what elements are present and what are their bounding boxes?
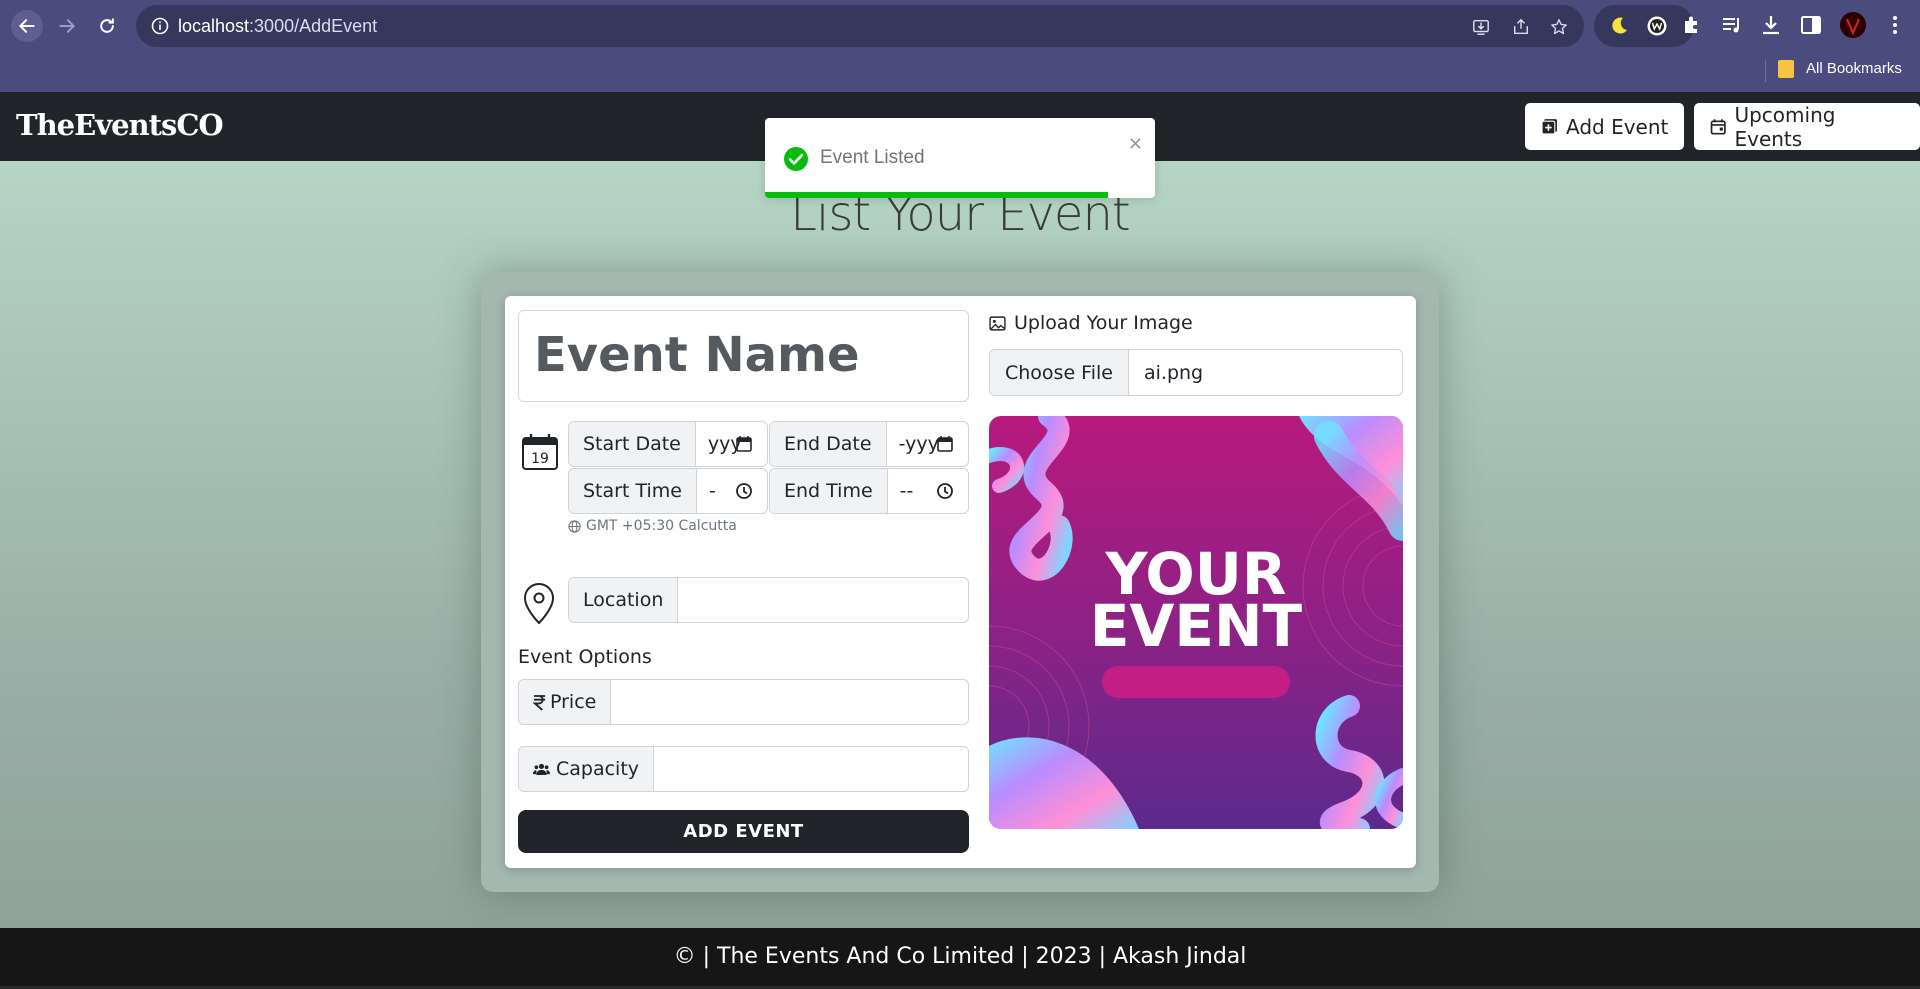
globe-icon <box>568 519 581 533</box>
browser-toolbar: localhost:3000/AddEvent <box>0 0 1920 52</box>
back-button[interactable] <box>11 10 43 42</box>
location-pin-icon <box>523 583 555 625</box>
upload-image-text: Upload Your Image <box>1014 312 1193 334</box>
reload-button[interactable] <box>91 10 123 42</box>
start-time-group: Start Time - <box>568 468 768 514</box>
bookmarks-folder-icon[interactable] <box>1778 60 1794 78</box>
clock-icon[interactable] <box>936 482 954 500</box>
dark-mode-moon-icon[interactable] <box>1608 15 1630 37</box>
date-picker-icon[interactable] <box>735 435 753 453</box>
check-circle-icon <box>784 147 808 171</box>
start-time-value: - <box>708 480 716 502</box>
calendar-event-icon <box>1710 119 1726 135</box>
capacity-label-text: Capacity <box>556 758 640 780</box>
start-date-group: Start Date yyy <box>568 421 768 467</box>
upcoming-events-nav-button[interactable]: Upcoming Events <box>1694 102 1920 151</box>
clock-icon[interactable] <box>735 482 753 500</box>
location-label: Location <box>569 578 679 622</box>
end-date-group: End Date -yyy <box>769 421 969 467</box>
end-time-label: End Time <box>770 469 888 513</box>
toast-close-icon[interactable]: ✕ <box>1128 134 1143 155</box>
bookmark-star-icon[interactable] <box>1550 18 1568 36</box>
extensions-group <box>1594 5 1694 47</box>
price-label-text: Price <box>550 691 597 713</box>
timezone-text: GMT +05:30 Calcutta <box>586 518 737 534</box>
url-text: localhost:3000/AddEvent <box>178 16 377 37</box>
footer-copyright: © | The Events And Co Limited | 2023 | A… <box>673 944 1247 969</box>
end-time-input[interactable]: -- <box>888 469 968 513</box>
side-panel-icon[interactable] <box>1800 14 1822 36</box>
arrow-left-icon <box>18 19 35 33</box>
calendar-icon: 19 <box>522 434 558 470</box>
downloads-icon[interactable] <box>1760 14 1782 36</box>
add-event-nav-label: Add Event <box>1566 114 1669 139</box>
start-date-input[interactable]: yyy <box>696 422 767 466</box>
rupee-icon <box>533 694 546 711</box>
end-date-label: End Date <box>770 422 887 466</box>
timezone-note: GMT +05:30 Calcutta <box>568 518 737 534</box>
reading-list-icon[interactable] <box>1721 14 1743 36</box>
price-input[interactable] <box>611 680 968 724</box>
price-group: Price <box>518 679 969 725</box>
arrow-right-icon <box>59 19 76 33</box>
forward-button[interactable] <box>51 10 83 42</box>
extension-w-icon[interactable] <box>1646 15 1668 37</box>
main-content: List Your Event Event Name 19 Start Date… <box>0 161 1920 928</box>
event-name-input[interactable]: Event Name <box>518 310 969 402</box>
address-bar[interactable]: localhost:3000/AddEvent <box>136 5 1584 47</box>
add-event-nav-button[interactable]: Add Event <box>1525 103 1685 150</box>
all-bookmarks-link[interactable]: All Bookmarks <box>1806 60 1902 77</box>
location-group: Location <box>568 577 969 623</box>
end-date-input[interactable]: -yyy <box>887 422 968 466</box>
profile-avatar-icon[interactable] <box>1839 11 1867 39</box>
upcoming-events-nav-label: Upcoming Events <box>1734 102 1836 151</box>
end-time-value: -- <box>899 480 914 502</box>
share-icon[interactable] <box>1512 18 1530 36</box>
preview-line-2: EVENT <box>1090 592 1303 660</box>
add-event-submit-button[interactable]: ADD EVENT <box>518 810 969 853</box>
upload-image-label: Upload Your Image <box>989 312 1193 334</box>
success-toast: Event Listed ✕ <box>765 118 1155 198</box>
page-footer: © | The Events And Co Limited | 2023 | A… <box>0 928 1920 989</box>
extensions-puzzle-icon[interactable] <box>1681 14 1703 36</box>
end-time-group: End Time -- <box>769 468 969 514</box>
url-path: :3000/AddEvent <box>249 16 378 36</box>
calendar-day-number: 19 <box>531 451 549 467</box>
browser-chrome: localhost:3000/AddEvent All Bookmarks <box>0 0 1920 92</box>
start-time-label: Start Time <box>569 469 697 513</box>
add-event-form: Event Name 19 Start Date yyy End Date -y… <box>505 296 1416 868</box>
plus-square-icon <box>1541 119 1557 135</box>
reload-icon <box>100 18 114 33</box>
start-time-input[interactable]: - <box>697 469 767 513</box>
choose-file-button[interactable]: Choose File <box>990 350 1129 395</box>
image-icon <box>989 315 1006 331</box>
event-options-heading: Event Options <box>518 646 652 668</box>
install-app-icon[interactable] <box>1472 18 1490 36</box>
url-host: localhost <box>178 16 250 36</box>
capacity-group: Capacity <box>518 746 969 792</box>
date-picker-icon[interactable] <box>936 435 954 453</box>
bookmarks-divider <box>1765 60 1766 82</box>
toast-progress-bar <box>765 192 1109 198</box>
selected-file-name: ai.png <box>1143 361 1204 384</box>
end-date-value: -yyy <box>898 433 939 455</box>
location-input[interactable] <box>678 578 968 622</box>
toast-message: Event Listed <box>820 147 925 168</box>
capacity-label: Capacity <box>519 747 655 791</box>
price-label: Price <box>519 680 612 724</box>
brand-logo[interactable]: TheEventsCO <box>16 108 224 142</box>
site-info-icon[interactable] <box>150 16 170 36</box>
start-date-label: Start Date <box>569 422 696 466</box>
people-icon <box>533 763 550 775</box>
file-input[interactable]: Choose File ai.png <box>989 349 1403 396</box>
capacity-input[interactable] <box>654 747 968 791</box>
kebab-menu-icon[interactable] <box>1884 14 1906 36</box>
bookmarks-bar <box>0 52 1920 92</box>
event-image-preview: YOUR EVENT <box>989 416 1403 829</box>
